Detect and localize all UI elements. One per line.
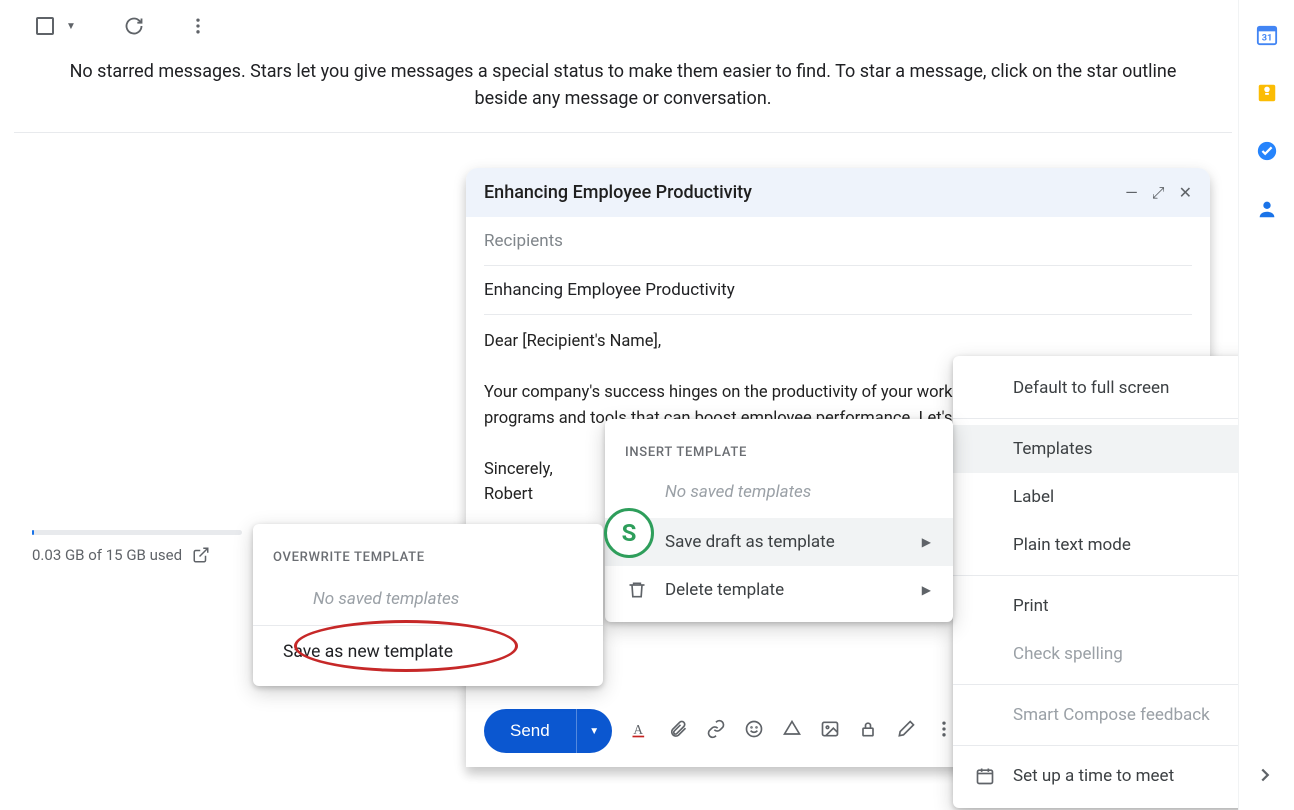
tasks-app-icon[interactable] <box>1256 140 1278 162</box>
storage-text: 0.03 GB of 15 GB used <box>32 546 182 564</box>
calendar-app-icon[interactable]: 31 <box>1256 24 1278 46</box>
select-all-checkbox[interactable] <box>36 17 54 35</box>
attach-icon[interactable] <box>668 719 688 743</box>
templates-submenu: INSERT TEMPLATE No saved templates Save … <box>605 419 953 622</box>
contacts-app-icon[interactable] <box>1256 198 1278 220</box>
svg-text:A: A <box>633 722 643 737</box>
link-icon[interactable] <box>706 719 726 743</box>
more-options-icon[interactable] <box>934 719 954 743</box>
send-button-group: Send ▼ <box>484 709 612 753</box>
emoji-icon[interactable] <box>744 719 764 743</box>
image-icon[interactable] <box>820 719 840 743</box>
overwrite-template-menu: OVERWRITE TEMPLATE No saved templates Sa… <box>253 524 603 686</box>
menu-default-fullscreen[interactable]: Default to full screen <box>953 364 1280 412</box>
format-icon[interactable]: A <box>630 719 650 743</box>
save-as-new-template[interactable]: Save as new template <box>253 625 603 678</box>
send-button[interactable]: Send <box>484 709 576 753</box>
menu-templates[interactable]: Templates▶ <box>953 425 1280 473</box>
more-options-menu: Default to full screen Templates▶ Label▶… <box>953 356 1280 808</box>
delete-template[interactable]: Delete template ▶ <box>605 566 953 614</box>
menu-check-spelling[interactable]: Check spelling <box>953 630 1280 678</box>
chevron-right-icon: ▶ <box>922 583 931 597</box>
calendar-icon <box>975 766 995 786</box>
storage-progress-bar <box>32 530 242 535</box>
minimize-icon[interactable]: — <box>1125 183 1138 203</box>
compose-title: Enhancing Employee Productivity <box>484 182 1125 203</box>
open-in-new-icon[interactable] <box>192 546 210 564</box>
confidential-icon[interactable] <box>858 719 878 743</box>
side-panel-chevron-icon[interactable] <box>1254 764 1276 790</box>
empty-starred-message: No starred messages. Stars let you give … <box>14 52 1232 133</box>
compose-header[interactable]: Enhancing Employee Productivity — ⤢ ✕ <box>466 168 1210 217</box>
close-icon[interactable]: ✕ <box>1179 183 1192 203</box>
drive-icon[interactable] <box>782 719 802 743</box>
chevron-right-icon: ▶ <box>922 535 931 549</box>
overwrite-template-header: OVERWRITE TEMPLATE <box>253 532 603 575</box>
trash-icon <box>627 580 647 600</box>
insert-template-header: INSERT TEMPLATE <box>605 427 953 470</box>
storage-usage: 0.03 GB of 15 GB used <box>32 546 210 564</box>
keep-app-icon[interactable] <box>1256 82 1278 104</box>
menu-smart-compose[interactable]: Smart Compose feedback <box>953 691 1280 739</box>
menu-plain-text[interactable]: Plain text mode <box>953 521 1280 569</box>
save-draft-as-template[interactable]: Save draft as template ▶ <box>605 518 953 566</box>
pen-icon[interactable] <box>896 719 916 743</box>
subject-field[interactable]: Enhancing Employee Productivity <box>484 266 1192 315</box>
recipients-field[interactable]: Recipients <box>484 217 1192 266</box>
select-dropdown-arrow[interactable]: ▼ <box>66 21 76 32</box>
expand-icon[interactable]: ⤢ <box>1152 183 1165 203</box>
no-saved-templates-text: No saved templates <box>605 470 953 518</box>
more-vert-icon[interactable] <box>188 16 208 36</box>
send-more-button[interactable]: ▼ <box>576 709 612 753</box>
side-panel-rail: 31 <box>1238 0 1294 810</box>
body-greeting: Dear [Recipient's Name], <box>484 329 1192 355</box>
menu-setup-meeting[interactable]: Set up a time to meet ▶ <box>953 752 1280 800</box>
refresh-icon[interactable] <box>124 16 144 36</box>
no-saved-templates-text-2: No saved templates <box>253 575 603 625</box>
svg-text:31: 31 <box>1261 34 1272 44</box>
toolbar: ▼ <box>14 0 1232 52</box>
save-template-icon <box>627 532 647 552</box>
menu-label[interactable]: Label▶ <box>953 473 1280 521</box>
menu-print[interactable]: Print <box>953 582 1280 630</box>
